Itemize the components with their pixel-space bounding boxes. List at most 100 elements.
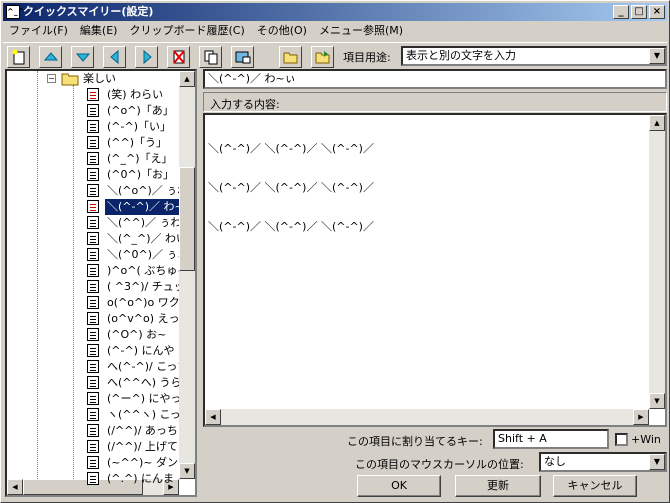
new-item-button[interactable] (7, 46, 30, 68)
menu-edit[interactable]: 編集(E) (74, 22, 124, 40)
tree-item-label: (^.^) にんま (107, 472, 175, 485)
tree-item-label: (^o^)「あ」 (107, 104, 174, 117)
arrow-down-icon (75, 53, 90, 62)
content-textarea[interactable]: ＼(^-^)／ ＼(^-^)／ ＼(^-^)／ ＼(^-^)／ ＼(^-^)／ … (203, 113, 667, 427)
scroll-up-icon[interactable]: ▲ (179, 71, 195, 87)
arrow-left-icon (109, 49, 118, 65)
document-icon (87, 104, 99, 117)
scroll-down-icon[interactable]: ▼ (649, 393, 665, 409)
maximize-button[interactable]: □ (631, 5, 647, 19)
scroll-left-icon[interactable]: ◀ (205, 409, 221, 425)
open-folder-button[interactable] (279, 46, 302, 68)
tree-item[interactable]: ( ^3^)/ チュッ (85, 279, 179, 295)
tree-item[interactable]: ヽ(^^ヽ) こっち (85, 407, 179, 423)
chevron-down-icon[interactable]: ▼ (649, 48, 665, 64)
tree-folder-label: 楽しい (83, 72, 116, 85)
cancel-button[interactable]: キャンセル (553, 475, 637, 497)
tree-item[interactable]: ＼(^-^)／ わ~ぃ (85, 199, 179, 215)
tree-item-label: (/^^)/ 上げて (107, 440, 178, 453)
tree-item[interactable]: (^O^) お~ (85, 327, 179, 343)
tree-item[interactable]: (o^v^o) えっへ (85, 311, 179, 327)
tree-item[interactable]: (/^^)/ 上げて (85, 439, 179, 455)
preview-button[interactable] (231, 46, 254, 68)
document-icon (87, 88, 99, 101)
tree-item[interactable]: (^.^) にんま (85, 471, 179, 487)
update-button[interactable]: 更新 (455, 475, 541, 497)
chevron-down-icon[interactable]: ▼ (649, 454, 665, 470)
save-folder-button[interactable] (311, 46, 334, 68)
document-icon (87, 408, 99, 421)
scroll-right-icon[interactable]: ▶ (633, 409, 649, 425)
tree-item[interactable]: (^0^)「お」 (85, 167, 179, 183)
tree-item[interactable]: (^^)「う」 (85, 135, 179, 151)
tree-item-label: ヽ(^^ヽ) こっち (107, 408, 179, 421)
tree-item[interactable]: へ(^^へ) うらめ (85, 375, 179, 391)
tree-item-label: (/^^)/ あっち (107, 424, 178, 437)
scroll-down-icon[interactable]: ▼ (179, 463, 195, 479)
document-icon (87, 280, 99, 293)
document-icon (87, 440, 99, 453)
hotkey-field[interactable]: Shift + A (493, 429, 609, 449)
document-icon (87, 184, 99, 197)
minimize-button[interactable]: _ (613, 5, 629, 19)
cursor-position-select[interactable]: なし ▼ (539, 452, 667, 472)
win-checkbox[interactable] (615, 433, 628, 446)
document-icon (87, 168, 99, 181)
menu-menu-reference[interactable]: メニュー参照(M) (313, 22, 409, 40)
tree-item-label: (笑) わらい (107, 88, 164, 101)
display-text-field[interactable]: ＼(^-^)／ わ~ぃ (203, 69, 667, 89)
move-right-button[interactable] (135, 46, 158, 68)
tree-item[interactable]: ＼(^_^)／ わい (85, 231, 179, 247)
cursor-position-value: なし (544, 455, 566, 468)
tree-item-label: ＼(^o^)／ ぅわ~ (107, 184, 179, 197)
tree-folder[interactable]: − 楽しい (47, 71, 195, 87)
move-left-button[interactable] (103, 46, 126, 68)
tree-item[interactable]: ＼(^^)／ ぅわ~ (85, 215, 179, 231)
toolbar: 項目用途: 表示と別の文字を入力 ▼ (3, 42, 667, 68)
window-title: クイックスマイリー(設定) (23, 5, 154, 18)
content-label: 入力する内容: (210, 98, 280, 111)
preview-icon (235, 51, 250, 64)
tree-item-label: o(^o^)o ワクワ (107, 296, 179, 309)
tree-item-label: (^0^)「お」 (107, 168, 175, 181)
tree-item[interactable]: (~^^)~ ダン (85, 455, 179, 471)
tree-item[interactable]: ＼(^0^)／ ぅお (85, 247, 179, 263)
tree-item[interactable]: (^-^)「い」 (85, 119, 179, 135)
delete-button[interactable] (167, 46, 190, 68)
tree-item[interactable]: (^-^) にんや (85, 343, 179, 359)
tree-item-label: ＼(^0^)／ ぅお (107, 248, 179, 261)
content-vertical-scrollbar[interactable]: ▲ ▼ (649, 115, 665, 409)
tree-item[interactable]: (^ー^) にやっ (85, 391, 179, 407)
menu-clipboard-history[interactable]: クリップボード履歴(C) (123, 22, 250, 40)
tree-item[interactable]: (^_^)「え」 (85, 151, 179, 167)
scroll-up-icon[interactable]: ▲ (649, 115, 665, 131)
tree-item-label: )^o^( ぶちゅ~ (107, 264, 179, 277)
item-tree[interactable]: − 楽しい ▲ ▼ ◀ ▶ (笑) わらい (^o^)「あ」 (^-^)「い」 (^^… (5, 69, 197, 497)
document-icon (87, 232, 99, 245)
content-label-bar: 入力する内容: (203, 92, 667, 112)
content-line: ＼(^-^)／ ＼(^-^)／ ＼(^-^)／ (208, 142, 374, 155)
tree-item[interactable]: (^o^)「あ」 (85, 103, 179, 119)
content-horizontal-scrollbar[interactable]: ◀ ▶ (205, 409, 649, 425)
tree-item[interactable]: へ(^-^)/ こっち (85, 359, 179, 375)
tree-vertical-scrollbar[interactable]: ▲ ▼ (179, 71, 195, 479)
document-icon (87, 456, 99, 469)
copy-button[interactable] (199, 46, 222, 68)
tree-item[interactable]: o(^o^)o ワクワ (85, 295, 179, 311)
document-icon (87, 424, 99, 437)
tree-item[interactable]: (/^^)/ あっち (85, 423, 179, 439)
tree-item[interactable]: ＼(^o^)／ ぅわ~ (85, 183, 179, 199)
win-label: +Win (631, 433, 661, 446)
menu-file[interactable]: ファイル(F) (3, 22, 74, 40)
menu-other[interactable]: その他(O) (251, 22, 313, 40)
move-up-button[interactable] (39, 46, 62, 68)
scroll-thumb[interactable] (179, 167, 195, 271)
move-down-button[interactable] (71, 46, 94, 68)
tree-item[interactable]: )^o^( ぶちゅ~ (85, 263, 179, 279)
tree-item[interactable]: (笑) わらい (85, 87, 179, 103)
collapse-icon[interactable]: − (47, 74, 56, 83)
scroll-left-icon[interactable]: ◀ (7, 479, 23, 495)
close-button[interactable]: × (649, 5, 665, 19)
purpose-select[interactable]: 表示と別の文字を入力 ▼ (401, 46, 667, 66)
ok-button[interactable]: OK (357, 475, 441, 497)
